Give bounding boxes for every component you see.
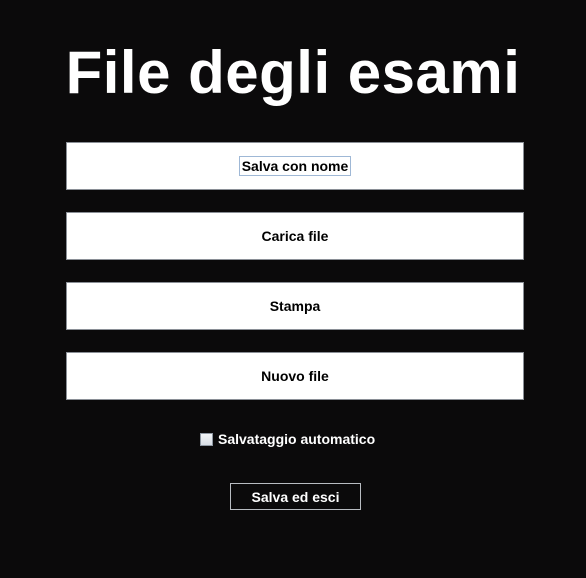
autosave-option[interactable]: Salvataggio automatico <box>200 431 375 447</box>
page-title: File degli esami <box>65 39 521 106</box>
new-file-button[interactable]: Nuovo file <box>66 352 524 400</box>
save-and-exit-label: Salva ed esci <box>251 488 340 505</box>
print-label: Stampa <box>269 298 321 314</box>
print-button[interactable]: Stampa <box>66 282 524 330</box>
load-file-label: Carica file <box>261 228 329 244</box>
autosave-checkbox[interactable] <box>200 432 213 446</box>
autosave-label: Salvataggio automatico <box>218 431 376 447</box>
load-file-button[interactable]: Carica file <box>66 212 524 260</box>
save-as-button[interactable]: Salva con nome <box>66 142 524 190</box>
save-as-label: Salva con nome <box>238 156 352 176</box>
save-and-exit-button[interactable]: Salva ed esci <box>230 483 361 510</box>
new-file-label: Nuovo file <box>261 368 329 384</box>
